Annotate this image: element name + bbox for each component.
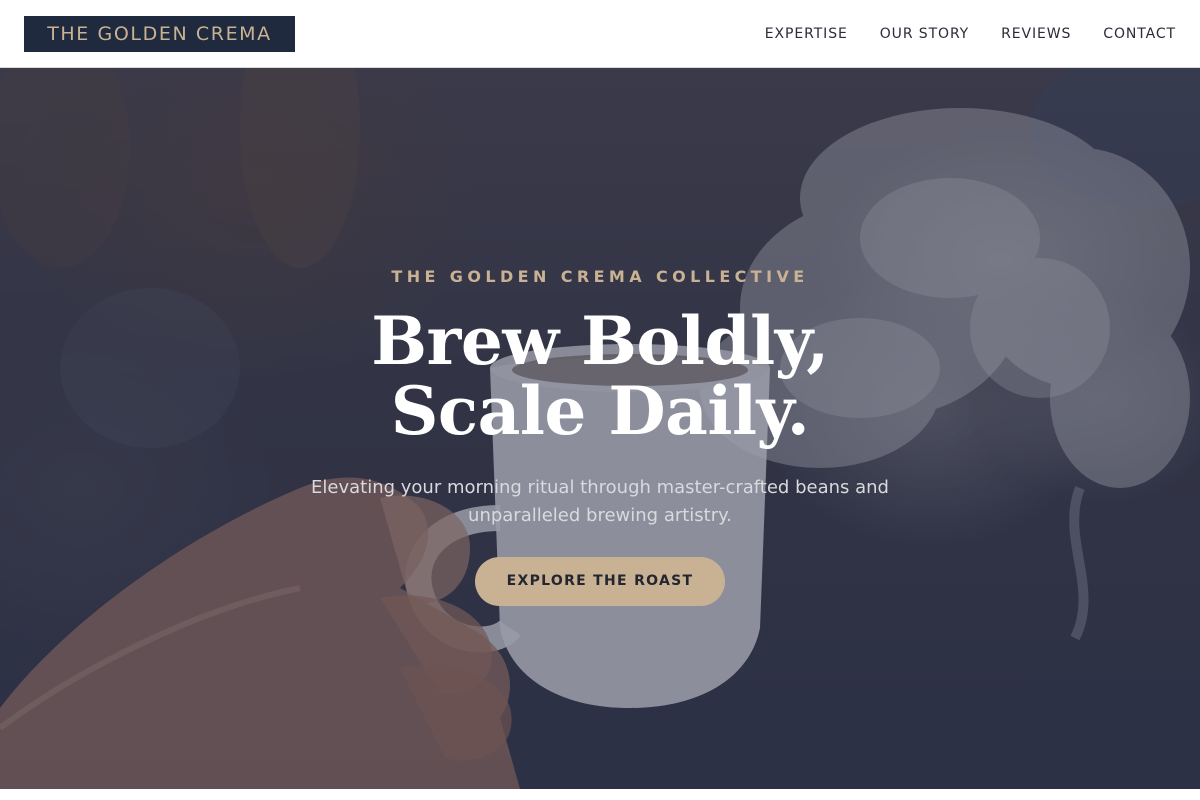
hero-headline-line-1: Brew Boldly, [371, 302, 829, 380]
nav-link-our-story[interactable]: OUR STORY [880, 26, 969, 42]
logo-link[interactable]: THE GOLDEN CREMA [24, 16, 295, 52]
explore-roast-button[interactable]: EXPLORE THE ROAST [475, 557, 725, 606]
hero-headline: Brew Boldly, Scale Daily. [0, 306, 1200, 446]
site-header: THE GOLDEN CREMA EXPERTISE OUR STORY REV… [0, 0, 1200, 68]
nav-link-expertise[interactable]: EXPERTISE [765, 26, 848, 42]
nav-link-contact[interactable]: CONTACT [1103, 26, 1176, 42]
nav-link-reviews[interactable]: REVIEWS [1001, 26, 1071, 42]
main-nav: EXPERTISE OUR STORY REVIEWS CONTACT [733, 0, 1176, 68]
hero-content: THE GOLDEN CREMA COLLECTIVE Brew Boldly,… [0, 68, 1200, 789]
hero-section: THE GOLDEN CREMA COLLECTIVE Brew Boldly,… [0, 68, 1200, 789]
hero-eyebrow: THE GOLDEN CREMA COLLECTIVE [391, 267, 809, 286]
hero-headline-line-2: Scale Daily. [390, 372, 810, 450]
hero-subtitle: Elevating your morning ritual through ma… [311, 477, 889, 526]
